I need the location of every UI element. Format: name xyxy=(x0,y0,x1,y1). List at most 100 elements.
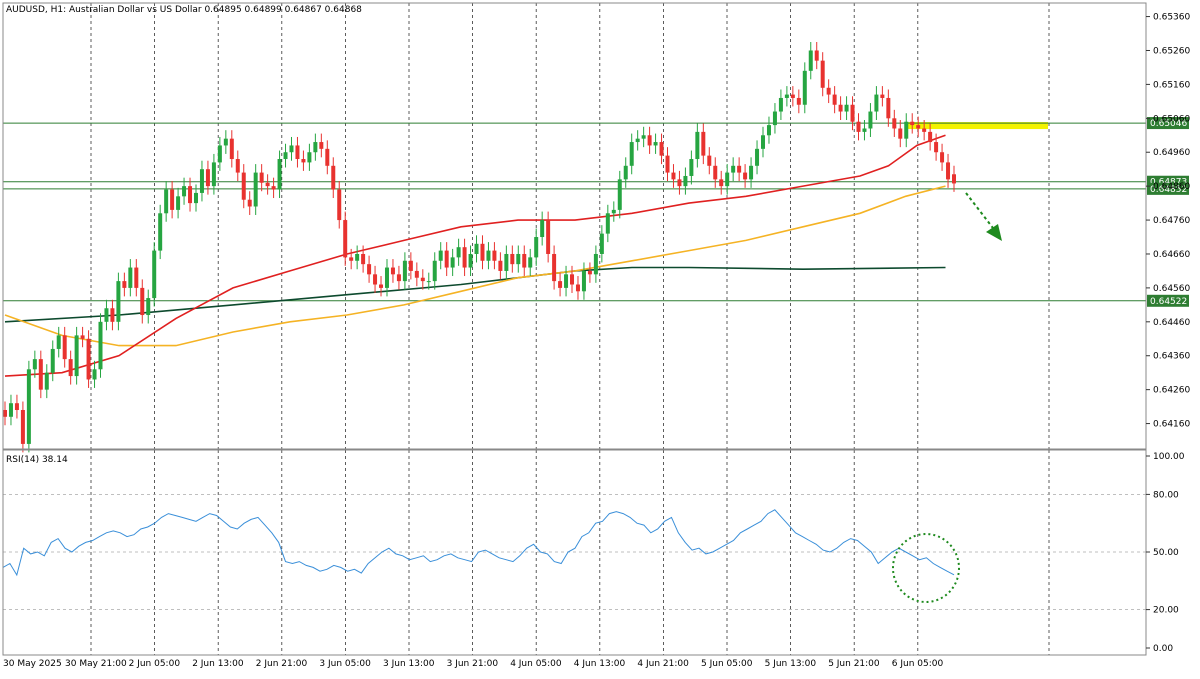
candle-body xyxy=(522,253,527,268)
candle-body xyxy=(426,281,431,283)
candle-body xyxy=(593,253,598,275)
candle-body xyxy=(438,250,443,261)
candle-body xyxy=(408,260,413,271)
candle-body xyxy=(558,281,563,288)
y-tick-label: 0.65160 xyxy=(1153,80,1190,90)
candle-body xyxy=(247,199,252,207)
candle-body xyxy=(778,97,783,112)
candle-body xyxy=(205,169,210,187)
candle-body xyxy=(653,142,658,146)
y-tick-label: 0.64160 xyxy=(1153,420,1190,430)
candle-body xyxy=(850,104,855,122)
candle-body xyxy=(116,281,121,322)
candle-body xyxy=(904,121,909,139)
candle-body xyxy=(188,186,193,204)
candle-body xyxy=(92,369,97,380)
candle-body xyxy=(211,162,216,187)
candle-body xyxy=(546,220,551,254)
x-tick-label: 5 Jun 13:00 xyxy=(765,659,817,669)
candle-body xyxy=(892,118,897,129)
candle-body xyxy=(838,104,843,112)
candle-body xyxy=(772,111,777,126)
candle-body xyxy=(38,359,43,390)
candle-body xyxy=(844,104,849,112)
candle-body xyxy=(307,152,312,163)
candle-body xyxy=(140,287,145,316)
candle-body xyxy=(707,155,712,166)
candle-body xyxy=(832,94,837,105)
candle-body xyxy=(432,260,437,282)
candle-body xyxy=(128,267,133,288)
rsi-line xyxy=(2,509,955,577)
rsi-pane-frame xyxy=(2,449,1147,656)
candle-body xyxy=(540,220,545,238)
candle-body xyxy=(373,274,378,285)
candle-body xyxy=(820,60,825,88)
y-tick-label: 0.65260 xyxy=(1153,46,1190,56)
candle-body xyxy=(104,308,109,322)
candle-body xyxy=(277,159,282,190)
candle-body xyxy=(575,284,580,292)
forecast-arrow-shaft xyxy=(965,192,997,233)
candle-body xyxy=(444,250,449,268)
candle-body xyxy=(719,179,724,187)
candle-body xyxy=(784,94,789,98)
candle-body xyxy=(790,94,795,98)
candle-body xyxy=(617,179,622,210)
y-tick-label: 0.64460 xyxy=(1153,318,1190,328)
price-chart[interactable]: 0.65046 0.64873 0.64852 0.64522 30 May 2025… xyxy=(0,0,1200,675)
candle-body xyxy=(134,267,139,288)
candle-body xyxy=(570,274,575,285)
candle-body xyxy=(647,135,652,146)
candle-body xyxy=(641,135,646,139)
candle-body xyxy=(152,250,157,299)
candle-body xyxy=(916,125,921,129)
candle-body xyxy=(474,243,479,254)
ma-50-line xyxy=(4,134,946,377)
x-tick-label: 30 May 2025 xyxy=(3,659,62,669)
candle-body xyxy=(701,131,706,156)
candle-body xyxy=(26,369,31,444)
candle-body xyxy=(110,308,115,322)
x-tick-label: 5 Jun 05:00 xyxy=(701,659,753,669)
candle-body xyxy=(605,213,610,234)
y-tick-label: 0.64560 xyxy=(1153,284,1190,294)
candle-body xyxy=(802,70,807,105)
y-tick-label: 0.64360 xyxy=(1153,352,1190,362)
candle-body xyxy=(32,359,37,370)
candle-body xyxy=(665,155,670,173)
candle-body xyxy=(886,97,891,119)
price-level-label: 0.64522 xyxy=(1150,297,1187,307)
candle-body xyxy=(62,335,67,360)
chart-canvas[interactable]: 0.650460.648730.648520.64522 30 May 2025… xyxy=(0,0,1200,675)
candle-body xyxy=(319,142,324,149)
candle-body xyxy=(44,372,49,390)
candle-body xyxy=(952,174,956,184)
candle-body xyxy=(355,253,360,261)
candle-body xyxy=(695,131,700,160)
y-tick-label: 0.64660 xyxy=(1153,250,1190,260)
candle-body xyxy=(737,165,742,173)
candle-body xyxy=(749,165,754,180)
candle-body xyxy=(856,121,861,132)
candle-body xyxy=(384,267,389,288)
candle-body xyxy=(743,172,748,180)
candle-body xyxy=(486,250,491,261)
candle-body xyxy=(689,159,694,176)
candle-body xyxy=(289,145,294,153)
candle-body xyxy=(766,125,771,136)
candle-body xyxy=(564,274,569,288)
candle-body xyxy=(199,169,204,193)
y-tick-label: 0.65360 xyxy=(1153,13,1190,23)
candle-body xyxy=(349,257,354,261)
x-tick-label: 2 Jun 05:00 xyxy=(129,659,181,669)
x-tick-label: 3 Jun 05:00 xyxy=(319,659,371,669)
candle-body xyxy=(265,182,270,187)
candle-body xyxy=(414,270,419,278)
candle-body xyxy=(934,142,939,153)
candle-body xyxy=(283,152,288,160)
candle-body xyxy=(402,260,407,282)
candle-body xyxy=(468,253,473,268)
candle-body xyxy=(3,409,7,417)
candle-body xyxy=(814,50,819,61)
